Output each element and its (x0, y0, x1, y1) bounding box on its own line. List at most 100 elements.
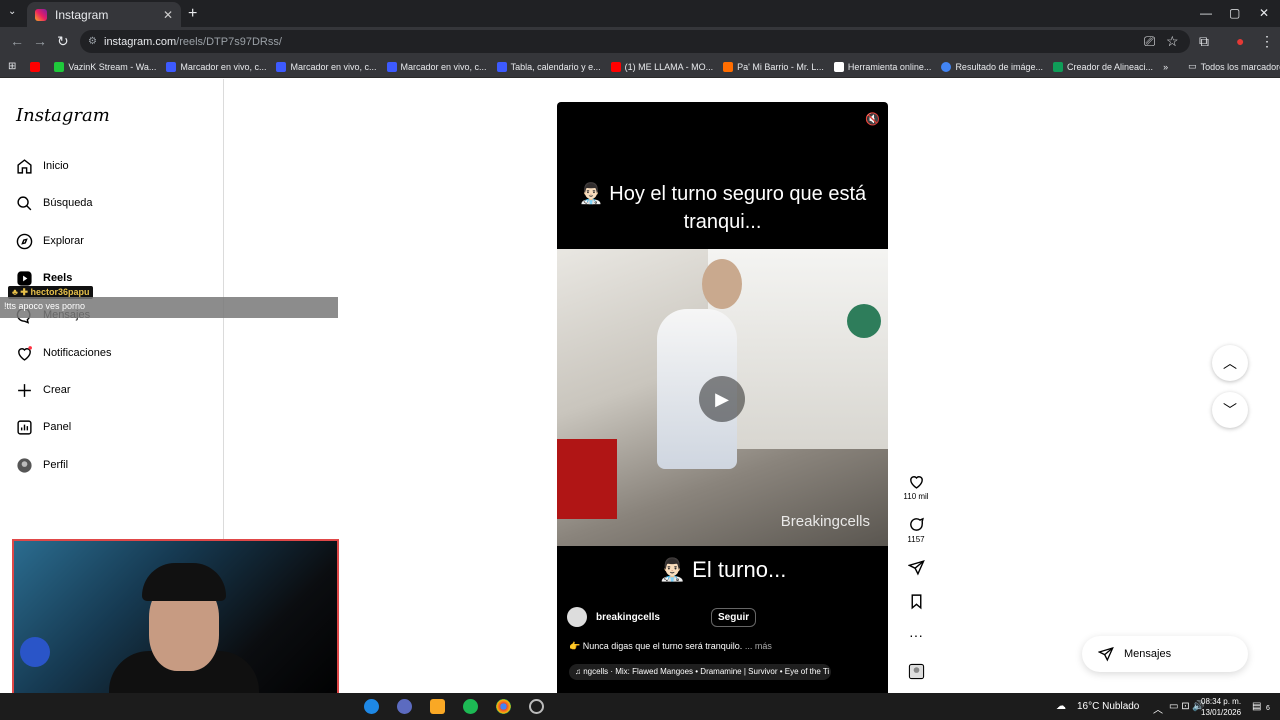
bookmark-item[interactable]: Marcador en vivo, c... (166, 61, 266, 72)
bookmark-item[interactable]: Resultado de imáge... (941, 61, 1043, 72)
profile-icon[interactable]: ● (1236, 33, 1244, 49)
avatar-icon (17, 457, 32, 473)
reel-audio[interactable]: ♫ ngcells · Mix: Flawed Mangoes • Dramam… (569, 664, 831, 680)
address-bar[interactable]: ⚙ instagram.com/reels/DTP7s97DRss/ (80, 30, 1190, 53)
bookmark-item[interactable]: Marcador en vivo, c... (276, 61, 377, 72)
send-icon (907, 560, 925, 576)
menu-icon[interactable]: ⋮ (1260, 33, 1274, 50)
heart-icon (18, 345, 32, 361)
edge-icon[interactable] (364, 699, 379, 714)
follow-button[interactable]: Seguir (711, 608, 757, 627)
back-icon[interactable]: ← (10, 33, 24, 49)
bookmark-favicon-icon (54, 61, 65, 72)
maximize-button[interactable]: ▢ (1229, 6, 1240, 20)
site-info-icon[interactable]: ⚙ (88, 36, 97, 47)
clock[interactable]: 08:34 p. m. 13/01/2026 (1201, 696, 1241, 718)
new-tab-icon[interactable]: + (188, 5, 197, 23)
weather-text[interactable]: 16°C Nublado (1077, 701, 1139, 712)
youtube-icon (610, 61, 621, 72)
previous-reel-button[interactable]: ︿ (1212, 345, 1248, 381)
reel-player[interactable]: 🔇 👨🏻‍⚕️ Hoy el turno seguro que está tra… (557, 102, 888, 693)
messages-button[interactable]: Mensajes (1082, 636, 1248, 672)
reel-caption-bottom: 👨🏻‍⚕️ El turno... (658, 557, 787, 582)
comment-icon (909, 517, 924, 531)
author-avatar[interactable] (567, 607, 587, 627)
extensions-icon[interactable]: ⧉ (1199, 33, 1209, 50)
windows-taskbar: ☁ 16°C Nublado ︿ ▭ ⊡ 🔊 08:34 p. m. 13/01… (0, 693, 1280, 720)
author-name[interactable]: breakingcells (596, 612, 660, 623)
bookmark-item[interactable]: Tabla, calendario y e... (496, 61, 601, 72)
sidebar-item-explorar[interactable]: Explorar (16, 229, 84, 253)
mute-icon[interactable]: 🔇 (865, 112, 880, 126)
save-button[interactable] (898, 593, 934, 612)
url-path: /reels/DTP7s97DRss/ (176, 35, 282, 48)
video-red-object (557, 439, 617, 519)
bookmark-favicon-icon (386, 61, 397, 72)
bookmark-item[interactable]: Herramienta online... (833, 61, 931, 72)
file-explorer-icon[interactable] (430, 699, 445, 714)
share-button[interactable] (898, 559, 934, 578)
chevron-up-icon: ︿ (1223, 355, 1237, 371)
tab-close-icon[interactable]: ✕ (163, 8, 173, 22)
browser-tab[interactable]: Instagram ✕ (27, 2, 181, 27)
like-button[interactable]: 110 mil (898, 473, 934, 501)
sidebar-item-busqueda[interactable]: Búsqueda (16, 191, 93, 215)
install-app-icon[interactable]: ⎚ (1144, 33, 1155, 50)
reels-icon (17, 270, 32, 286)
spotify-icon[interactable] (463, 699, 478, 714)
bookmark-icon (911, 594, 921, 610)
minimize-button[interactable]: — (1200, 6, 1212, 20)
notification-icon[interactable]: ▤ (1252, 701, 1261, 712)
instagram-logo[interactable]: Instagram (16, 105, 110, 126)
chevron-down-icon: ﹀ (1223, 402, 1237, 418)
notification-count: 6 (1266, 705, 1270, 712)
tray-icons[interactable]: ▭ ⊡ 🔊 (1169, 701, 1205, 712)
bookmark-item[interactable]: Creador de Alineaci... (1053, 61, 1153, 72)
chrome-icon[interactable] (496, 699, 511, 714)
reel-actions: 110 mil 1157 ··· (898, 79, 934, 693)
next-reel-button[interactable]: ﹀ (1212, 392, 1248, 428)
reel-description: 👉 Nunca digas que el turno será tranquil… (569, 641, 772, 651)
bookmark-favicon-icon (833, 61, 844, 72)
reel-author[interactable]: breakingcells (567, 607, 660, 627)
stream-chat-message: !tts apoco ves porno (0, 297, 338, 318)
bookmark-star-icon[interactable]: ☆ (1166, 33, 1179, 50)
sidebar-item-perfil[interactable]: Perfil (16, 453, 68, 477)
like-count: 110 mil (903, 492, 929, 501)
tab-list-icon[interactable]: ⌄ (8, 6, 16, 17)
more-link[interactable]: ... más (745, 641, 772, 651)
tray-chevron-icon[interactable]: ︿ (1153, 701, 1163, 716)
sidebar-item-panel[interactable]: Panel (16, 415, 71, 439)
bookmark-favicon-icon (276, 61, 287, 72)
more-bookmarks-icon[interactable]: » (1163, 62, 1168, 72)
webcam-badge-icon (20, 637, 50, 667)
bookmark-item[interactable]: Marcador en vivo, c... (386, 61, 487, 72)
bookmark-item[interactable] (30, 61, 44, 72)
audio-avatar-icon (908, 663, 924, 680)
forward-icon[interactable]: → (33, 33, 47, 49)
all-bookmarks[interactable]: ▭ Todos los marcadores (1188, 61, 1280, 72)
sidebar-item-crear[interactable]: Crear (16, 378, 71, 402)
close-window-button[interactable]: ✕ (1259, 6, 1269, 20)
weather-icon[interactable]: ☁ (1056, 701, 1066, 712)
reel-video[interactable]: ▶ Breakingcells (557, 249, 888, 546)
comment-count: 1157 (907, 535, 925, 544)
discord-icon[interactable] (397, 699, 412, 714)
comment-button[interactable]: 1157 (898, 516, 934, 544)
bookmark-item[interactable]: VazinK Stream - Wa... (54, 61, 156, 72)
bookmark-favicon-icon (496, 61, 507, 72)
bookmark-item[interactable]: Pa' Mi Barrio - Mr. L... (723, 61, 824, 72)
play-icon[interactable]: ▶ (699, 376, 745, 422)
youtube-icon (30, 61, 41, 72)
more-options-icon[interactable]: ··· (898, 627, 934, 643)
audio-thumbnail[interactable] (898, 663, 934, 682)
send-icon (1098, 646, 1114, 662)
bookmark-item[interactable]: (1) ME LLAMA - MO... (610, 61, 713, 72)
sidebar-item-inicio[interactable]: Inicio (16, 154, 69, 178)
url-host: instagram.com (104, 35, 177, 48)
apps-grid-icon[interactable]: ⊞ (8, 61, 16, 72)
obs-icon[interactable] (529, 699, 544, 714)
reload-icon[interactable]: ↻ (57, 33, 69, 50)
google-icon (941, 61, 952, 72)
sidebar-item-notificaciones[interactable]: Notificaciones (16, 341, 111, 365)
